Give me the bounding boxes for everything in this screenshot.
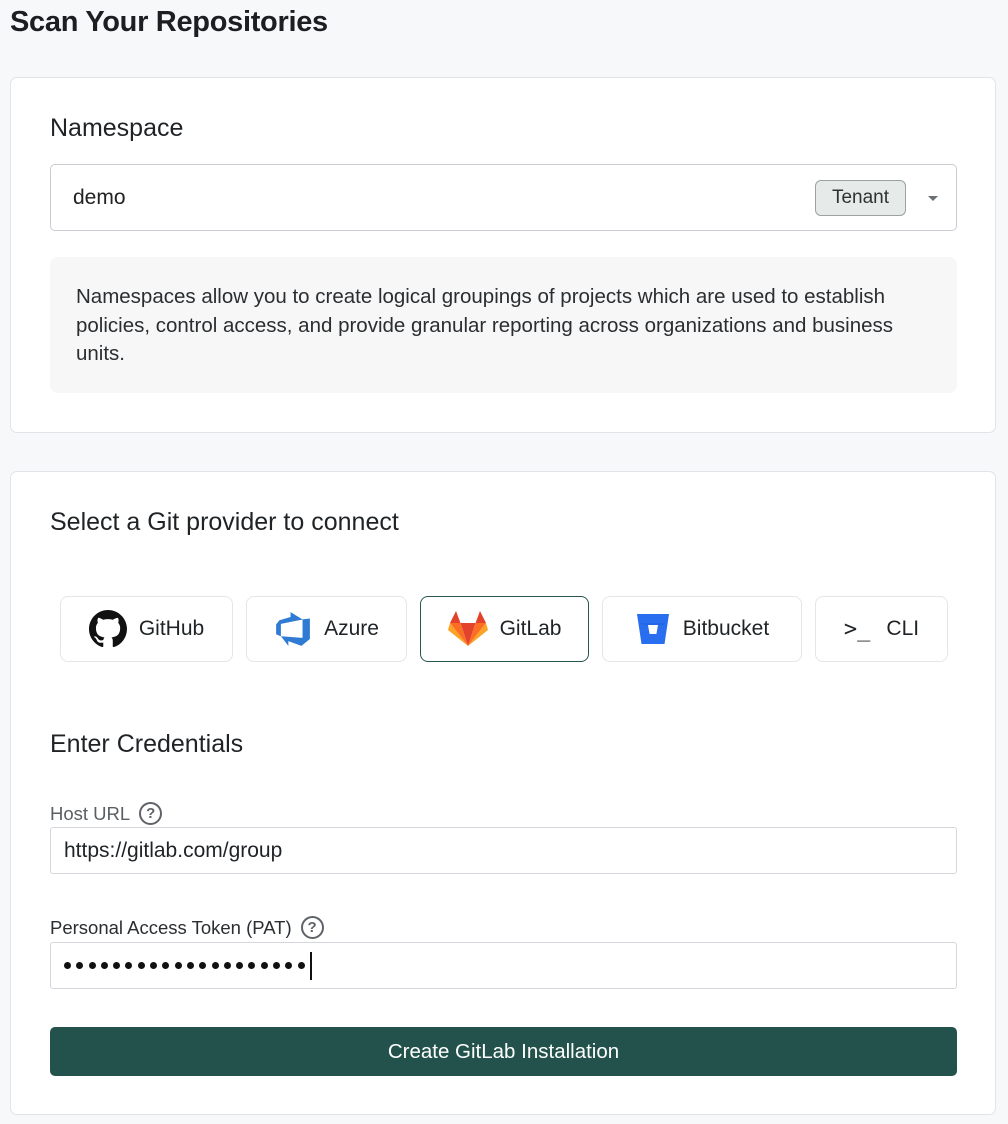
- password-dot: [211, 962, 219, 969]
- host-url-label: Host URL ?: [50, 802, 163, 825]
- host-url-input[interactable]: [50, 827, 957, 874]
- password-dot: [100, 962, 108, 969]
- git-provider-card: Select a Git provider to connect GitHub …: [10, 471, 996, 1115]
- terminal-icon: >_: [843, 616, 871, 642]
- provider-button-gitlab[interactable]: GitLab: [420, 596, 589, 662]
- namespace-card: Namespace demo Tenant Namespaces allow y…: [10, 77, 996, 433]
- password-dot: [162, 962, 170, 969]
- password-dot: [273, 962, 281, 969]
- provider-label: GitLab: [499, 617, 562, 640]
- password-dot: [285, 962, 293, 969]
- password-dot: [248, 962, 256, 969]
- help-icon[interactable]: ?: [139, 802, 163, 825]
- provider-button-github[interactable]: GitHub: [60, 596, 233, 662]
- password-dot: [223, 962, 231, 969]
- create-installation-button[interactable]: Create GitLab Installation: [50, 1027, 957, 1076]
- credentials-heading: Enter Credentials: [50, 730, 244, 758]
- namespace-info-box: Namespaces allow you to create logical g…: [50, 257, 957, 393]
- azure-devops-icon: [274, 610, 312, 648]
- gitlab-icon: [447, 610, 488, 648]
- git-provider-heading: Select a Git provider to connect: [50, 508, 399, 536]
- pat-label-text: Personal Access Token (PAT): [50, 916, 292, 938]
- password-dot: [88, 962, 96, 969]
- password-dot: [236, 962, 244, 969]
- provider-button-cli[interactable]: >_ CLI: [815, 596, 948, 662]
- password-dot: [260, 962, 268, 969]
- provider-label: GitHub: [138, 617, 205, 640]
- password-dot: [76, 962, 84, 969]
- password-dot: [113, 962, 121, 969]
- password-dot: [199, 962, 207, 969]
- password-dot: [125, 962, 133, 969]
- tenant-badge: Tenant: [815, 180, 906, 216]
- namespace-select[interactable]: demo Tenant: [50, 164, 957, 231]
- password-dot: [174, 962, 182, 969]
- password-dot: [150, 962, 158, 969]
- password-dot: [297, 962, 305, 969]
- page-title: Scan Your Repositories: [10, 6, 328, 38]
- namespace-info-text: Namespaces allow you to create logical g…: [76, 285, 894, 365]
- namespace-selected-value: demo: [73, 186, 126, 209]
- chevron-down-icon[interactable]: [928, 196, 938, 201]
- namespace-heading: Namespace: [50, 114, 184, 142]
- provider-button-azure[interactable]: Azure: [246, 596, 407, 662]
- password-dot: [186, 962, 194, 969]
- github-icon: [88, 610, 127, 648]
- provider-label: CLI: [886, 617, 920, 640]
- password-dot: [64, 962, 71, 969]
- pat-masked-value: [64, 942, 312, 989]
- provider-button-bitbucket[interactable]: Bitbucket: [602, 596, 802, 662]
- bitbucket-icon: [635, 611, 671, 647]
- text-cursor: [309, 951, 312, 980]
- help-icon[interactable]: ?: [300, 916, 324, 939]
- provider-label: Bitbucket: [682, 617, 770, 640]
- provider-label: Azure: [324, 617, 379, 640]
- host-url-label-text: Host URL: [50, 802, 131, 824]
- password-dot: [137, 962, 145, 969]
- pat-label: Personal Access Token (PAT) ?: [50, 916, 324, 939]
